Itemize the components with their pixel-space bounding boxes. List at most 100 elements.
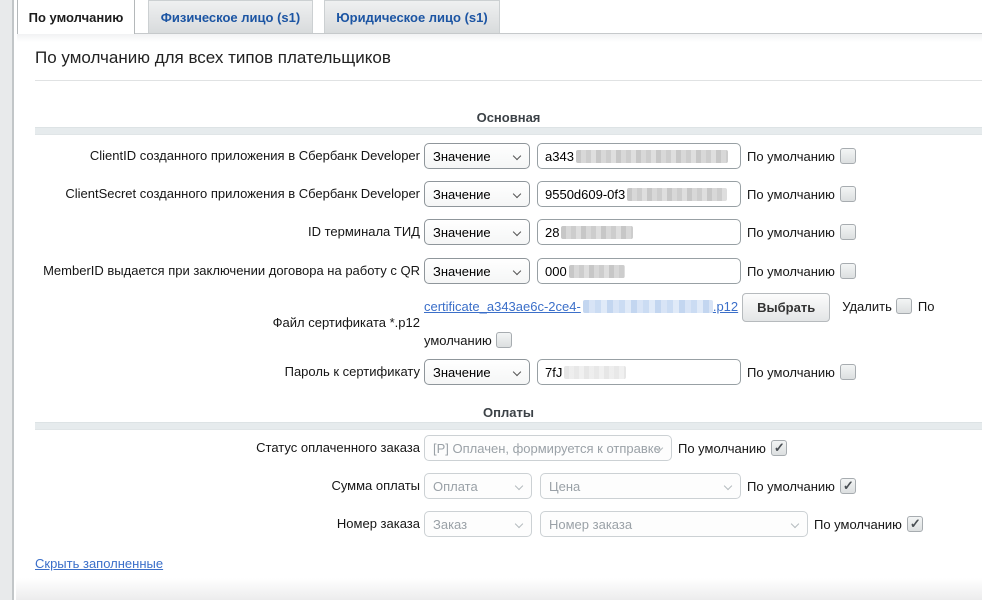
field-label-clientid: ClientID созданного приложения в Сбербан… <box>35 137 420 175</box>
clientid-type-select[interactable]: Значение <box>424 143 530 169</box>
default-checkbox-member-id[interactable] <box>840 263 856 279</box>
select-value: Номер заказа <box>549 517 632 532</box>
default-option-clientid: По умолчанию <box>747 137 856 175</box>
certificate-file-link[interactable]: certificate_a343ae6c-2ce4- .p12 <box>424 299 738 314</box>
certificate-link-suffix: .p12 <box>713 299 738 314</box>
member-id-type-select[interactable]: Значение <box>424 258 530 284</box>
default-label: По умолчанию <box>747 365 835 380</box>
default-option-terminal-id: По умолчанию <box>747 213 856 251</box>
default-label: По умолчанию <box>747 149 835 164</box>
chevron-down-icon <box>791 520 799 528</box>
masked-value <box>561 226 633 239</box>
field-label-order-number: Номер заказа <box>35 505 420 543</box>
default-checkbox-paid-status[interactable] <box>771 440 787 456</box>
input-value: 7fJ <box>545 365 562 380</box>
row-certificate-password: Пароль к сертификату Значение 7fJ По умо… <box>35 353 982 391</box>
table-top-border <box>35 80 982 81</box>
page-left-edge <box>0 0 14 600</box>
field-label-certificate: Файл сертификата *.p12 <box>35 290 420 356</box>
delete-label: Удалить <box>842 299 892 314</box>
default-label: По умолчанию <box>747 187 835 202</box>
default-option-cert-password: По умолчанию <box>747 353 856 391</box>
field-label-member-id: MemberID выдается при заключении договор… <box>35 252 420 290</box>
tab-default[interactable]: По умолчанию <box>17 0 135 34</box>
select-value: Оплата <box>433 479 478 494</box>
default-option-paid-status: По умолчанию <box>678 429 787 467</box>
order-number-select2[interactable]: Номер заказа <box>540 511 808 537</box>
tab-default-label: По умолчанию <box>29 10 124 25</box>
select-value: Значение <box>433 365 491 380</box>
tab-individual-label: Физическое лицо (s1) <box>161 10 300 25</box>
tabbar-shadow <box>17 34 982 42</box>
chevron-down-icon <box>513 368 521 376</box>
masked-value <box>627 188 727 201</box>
row-certificate-file: Файл сертификата *.p12 certificate_a343a… <box>35 290 982 356</box>
masked-value <box>583 300 713 313</box>
select-value: Цена <box>549 479 580 494</box>
terminal-id-type-select[interactable]: Значение <box>424 219 530 245</box>
delete-checkbox-certificate[interactable] <box>896 298 912 314</box>
member-id-input[interactable]: 000 <box>537 258 741 284</box>
section-title-payments: Оплаты <box>35 405 982 420</box>
choose-file-button[interactable]: Выбрать <box>742 293 830 322</box>
row-clientid: ClientID созданного приложения в Сбербан… <box>35 137 982 175</box>
row-order-number: Номер заказа Заказ Номер заказа По умолч… <box>35 505 982 543</box>
clientsecret-input[interactable]: 9550d609-0f3 <box>537 181 741 207</box>
default-checkbox-terminal-id[interactable] <box>840 224 856 240</box>
chevron-down-icon <box>513 190 521 198</box>
default-checkbox-clientsecret[interactable] <box>840 186 856 202</box>
clientid-input[interactable]: a343 <box>537 143 741 169</box>
select-value: Значение <box>433 187 491 202</box>
page-title: По умолчанию для всех типов плательщиков <box>35 48 391 68</box>
select-value: Значение <box>433 149 491 164</box>
default-checkbox-certificate[interactable] <box>496 332 512 348</box>
default-label: По умолчанию <box>747 225 835 240</box>
default-checkbox-order-number[interactable] <box>907 516 923 532</box>
order-number-select1[interactable]: Заказ <box>424 511 532 537</box>
section-title-basic: Основная <box>35 110 982 125</box>
input-value: 9550d609-0f3 <box>545 187 625 202</box>
masked-value <box>569 265 625 278</box>
certificate-link-prefix: certificate_a343ae6c-2ce4- <box>424 299 581 314</box>
payment-sum-select1[interactable]: Оплата <box>424 473 532 499</box>
select-value: Заказ <box>433 517 467 532</box>
certificate-cell: certificate_a343ae6c-2ce4- .p12 Выбрать Уда… <box>424 290 946 358</box>
tab-individual[interactable]: Физическое лицо (s1) <box>148 0 313 33</box>
paid-status-select[interactable]: [P] Оплачен, формируется к отправке <box>424 435 672 461</box>
clientsecret-type-select[interactable]: Значение <box>424 181 530 207</box>
input-value: 28 <box>545 225 559 240</box>
masked-value <box>576 150 728 163</box>
cert-password-input[interactable]: 7fJ <box>537 359 741 385</box>
masked-value <box>564 366 626 379</box>
default-label: По умолчанию <box>747 264 835 279</box>
default-label: По умолчанию <box>814 517 902 532</box>
default-checkbox-cert-password[interactable] <box>840 364 856 380</box>
row-clientsecret: ClientSecret созданного приложения в Сбе… <box>35 175 982 213</box>
cert-password-type-select[interactable]: Значение <box>424 359 530 385</box>
select-value: [P] Оплачен, формируется к отправке <box>433 441 661 456</box>
tab-legal-label: Юридическое лицо (s1) <box>336 10 487 25</box>
default-option-clientsecret: По умолчанию <box>747 175 856 213</box>
default-option-order-number: По умолчанию <box>814 505 923 543</box>
row-terminal-id: ID терминала ТИД Значение 28 По умолчани… <box>35 213 982 251</box>
terminal-id-input[interactable]: 28 <box>537 219 741 245</box>
payment-sum-select2[interactable]: Цена <box>540 473 741 499</box>
chevron-down-icon <box>515 482 523 490</box>
tabbar-divider <box>17 33 982 34</box>
chevron-down-icon <box>513 152 521 160</box>
row-payment-sum: Сумма оплаты Оплата Цена По умолчанию <box>35 467 982 505</box>
field-label-paid-status: Статус оплаченного заказа <box>35 429 420 467</box>
input-value: 000 <box>545 264 567 279</box>
select-value: Значение <box>433 225 491 240</box>
field-label-payment-sum: Сумма оплаты <box>35 467 420 505</box>
chevron-down-icon <box>515 520 523 528</box>
field-label-clientsecret: ClientSecret созданного приложения в Сбе… <box>35 175 420 213</box>
default-checkbox-payment-sum[interactable] <box>840 478 856 494</box>
default-option-member-id: По умолчанию <box>747 252 856 290</box>
tab-legal[interactable]: Юридическое лицо (s1) <box>324 0 500 33</box>
default-checkbox-clientid[interactable] <box>840 148 856 164</box>
field-label-terminal-id: ID терминала ТИД <box>35 213 420 251</box>
default-label: По умолчанию <box>747 479 835 494</box>
chevron-down-icon <box>513 267 521 275</box>
hide-filled-link[interactable]: Скрыть заполненные <box>35 556 163 571</box>
